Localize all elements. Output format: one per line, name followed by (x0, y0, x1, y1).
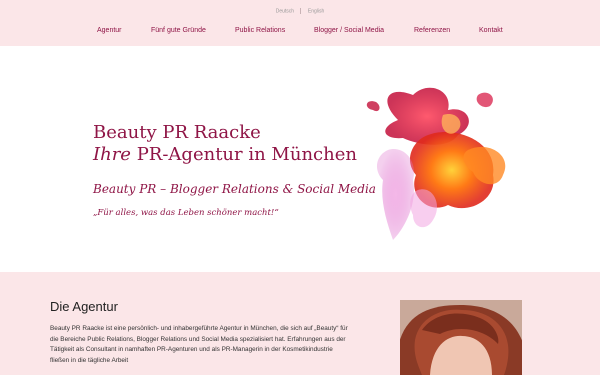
nav-item-blogger-social-media[interactable]: Blogger / Social Media (314, 27, 384, 34)
portrait-illustration (400, 300, 522, 375)
hero-title-emphasis: Ihre (93, 144, 131, 165)
color-splash-image (366, 87, 506, 240)
agentur-heading: Die Agentur (50, 299, 118, 314)
hero-quote: „Für alles, was das Leben schöner macht!… (93, 208, 279, 218)
lang-english-link[interactable]: English (308, 8, 324, 14)
nav-item-referenzen[interactable]: Referenzen (414, 27, 450, 34)
hero-section: Beauty PR Raacke Ihre PR-Agentur in Münc… (0, 46, 600, 272)
nav-item-agentur[interactable]: Agentur (97, 27, 122, 34)
portrait-photo (400, 300, 522, 375)
nav-item-kontakt[interactable]: Kontakt (479, 27, 503, 34)
agentur-body-text: Beauty PR Raacke ist eine persönlich- un… (50, 325, 348, 364)
hero-title: Beauty PR Raacke Ihre PR-Agentur in Münc… (93, 122, 357, 166)
lang-divider (300, 8, 302, 14)
hero-title-line2: Ihre PR-Agentur in München (93, 144, 357, 166)
hero-subtitle: Beauty PR – Blogger Relations & Social M… (93, 182, 376, 196)
agentur-section: Die Agentur Beauty PR Raacke ist eine pe… (0, 272, 600, 375)
nav-item-public-relations[interactable]: Public Relations (235, 27, 285, 34)
main-nav: Agentur Fünf gute Gründe Public Relation… (0, 27, 600, 39)
header: Deutsch English Agentur Fünf gute Gründe… (0, 0, 600, 46)
hero-title-line1: Beauty PR Raacke (93, 122, 261, 143)
language-switcher: Deutsch English (0, 8, 600, 14)
nav-item-fuenf-gute-gruende[interactable]: Fünf gute Gründe (151, 27, 206, 34)
hero-title-line2-rest: PR-Agentur in München (130, 144, 357, 165)
lang-deutsch-link[interactable]: Deutsch (276, 8, 294, 14)
